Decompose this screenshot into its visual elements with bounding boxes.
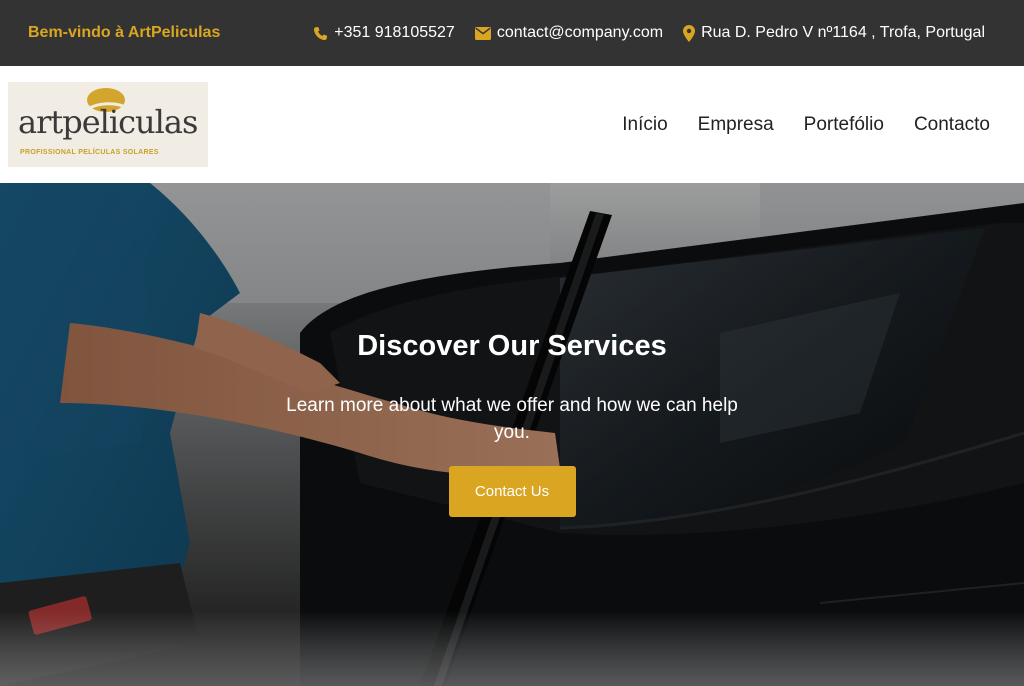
hero-title: Discover Our Services	[357, 330, 667, 362]
nav-contacto[interactable]: Contacto	[914, 114, 990, 136]
logo[interactable]: artpeliculas PROFISSIONAL PELÍCULAS SOLA…	[8, 82, 208, 167]
logo-wordmark: artpeliculas	[18, 103, 198, 141]
address-info: Rua D. Pedro V nº1164 , Trofa, Portugal	[683, 24, 985, 42]
contact-info: +351 918105527 contact@company.com Rua D…	[313, 24, 996, 42]
email-info[interactable]: contact@company.com	[474, 24, 664, 42]
hero-section: Discover Our Services Learn more about w…	[0, 183, 1024, 686]
envelope-icon	[474, 26, 491, 40]
logo-tagline: PROFISSIONAL PELÍCULAS SOLARES	[20, 149, 159, 156]
address-text: Rua D. Pedro V nº1164 , Trofa, Portugal	[701, 24, 985, 41]
hero-content: Discover Our Services Learn more about w…	[262, 329, 762, 517]
nav-portefolio[interactable]: Portefólio	[804, 114, 884, 136]
phone-number: +351 918105527	[334, 24, 455, 41]
map-pin-icon	[683, 24, 696, 42]
nav-inicio[interactable]: Início	[622, 114, 667, 136]
welcome-text: Bem-vindo à ArtPeliculas	[28, 24, 221, 41]
main-nav: Início Empresa Portefólio Contacto	[622, 66, 990, 183]
phone-info[interactable]: +351 918105527	[313, 24, 455, 42]
contact-us-button[interactable]: Contact Us	[448, 465, 576, 517]
hero-subtitle: Learn more about what we offer and how w…	[286, 394, 738, 443]
site-header: artpeliculas PROFISSIONAL PELÍCULAS SOLA…	[0, 66, 1024, 183]
nav-empresa[interactable]: Empresa	[698, 114, 774, 136]
top-bar: Bem-vindo à ArtPeliculas +351 918105527 …	[0, 0, 1024, 66]
phone-icon	[313, 26, 328, 41]
email-address: contact@company.com	[496, 24, 664, 41]
